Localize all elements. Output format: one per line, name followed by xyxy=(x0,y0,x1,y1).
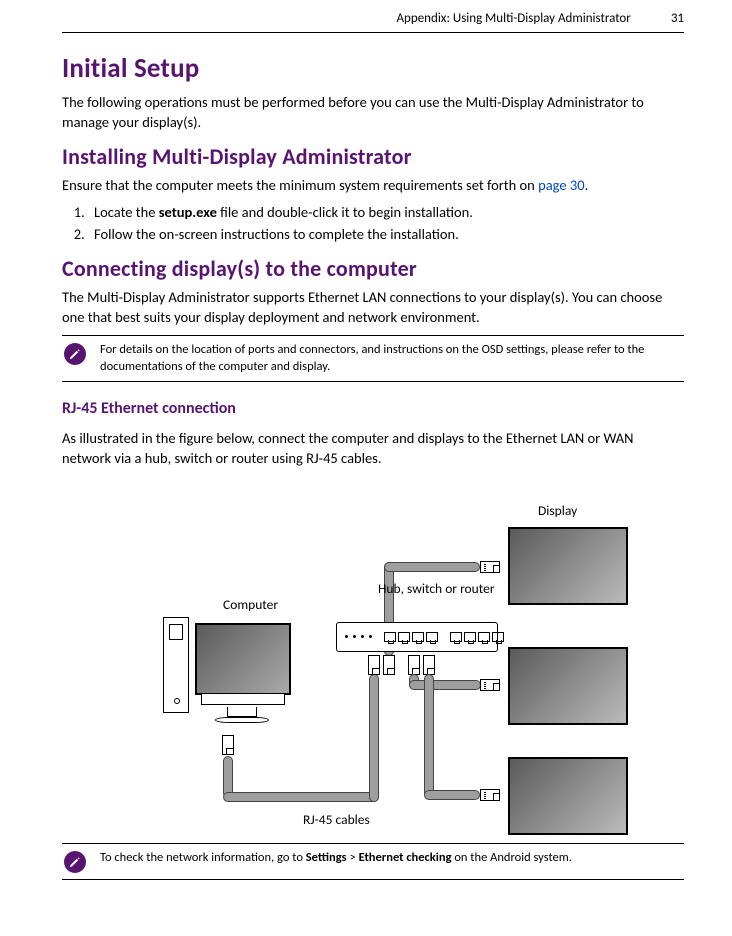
install-lead-end: . xyxy=(585,176,589,194)
heading-connecting: Connecting display(s) to the computer xyxy=(62,254,684,284)
display-2 xyxy=(508,647,628,725)
note-network-info: To check the network information, go to … xyxy=(62,843,684,880)
label-computer: Computer xyxy=(223,597,278,613)
cable xyxy=(370,675,378,801)
running-header: Appendix: Using Multi-Display Administra… xyxy=(62,10,684,33)
rj45-paragraph: As illustrated in the figure below, conn… xyxy=(62,429,684,468)
step-1: Locate the setup.exe file and double-cli… xyxy=(88,203,684,223)
tower-icon xyxy=(163,617,189,713)
install-lead-text: Ensure that the computer meets the minim… xyxy=(62,176,538,194)
note2-a: To check the network information, go to xyxy=(100,850,306,865)
cable xyxy=(425,675,433,797)
connection-diagram: Display Computer Hub, switch or router R… xyxy=(68,477,678,837)
rj45-port-icon xyxy=(464,632,476,642)
step-1-c: file and double-click it to begin instal… xyxy=(217,203,473,221)
rj45-plug-icon xyxy=(480,679,500,691)
port-group-1 xyxy=(384,632,438,642)
monitor-icon xyxy=(195,623,291,695)
cable xyxy=(224,757,232,797)
page-number: 31 xyxy=(671,10,684,28)
cable xyxy=(410,681,480,689)
label-switch: Hub, switch or router xyxy=(378,581,495,597)
step-2: Follow the on-screen instructions to com… xyxy=(88,225,684,245)
header-title: Appendix: Using Multi-Display Administra… xyxy=(397,10,631,28)
heading-initial-setup: Initial Setup xyxy=(62,51,684,87)
display-1 xyxy=(508,527,628,605)
heading-rj45: RJ-45 Ethernet connection xyxy=(62,398,684,420)
rj45-plug-icon xyxy=(480,561,500,573)
page-30-link[interactable]: page 30 xyxy=(538,176,584,194)
cable xyxy=(224,793,378,801)
switch-graphic xyxy=(336,622,498,652)
intro-paragraph: The following operations must be perform… xyxy=(62,93,684,132)
monitor-stand xyxy=(227,707,257,717)
heading-installing: Installing Multi-Display Administrator xyxy=(62,142,684,172)
connect-paragraph: The Multi-Display Administrator supports… xyxy=(62,288,684,327)
rj45-port-icon xyxy=(492,632,504,642)
rj45-plug-icon xyxy=(480,789,500,801)
label-display: Display xyxy=(538,503,577,519)
page: Appendix: Using Multi-Display Administra… xyxy=(0,0,732,908)
rj45-plug-icon xyxy=(423,655,435,675)
led-icon xyxy=(369,635,372,638)
note2-c: > xyxy=(347,850,359,865)
rj45-port-icon xyxy=(426,632,438,642)
pencil-icon xyxy=(64,343,86,365)
rj45-port-icon xyxy=(412,632,424,642)
install-steps: Locate the setup.exe file and double-cli… xyxy=(62,203,684,244)
note-osd-text: For details on the location of ports and… xyxy=(100,342,682,375)
step-1-filename: setup.exe xyxy=(159,203,217,221)
rj45-plug-icon xyxy=(222,735,234,755)
computer-graphic xyxy=(163,617,293,727)
note2-e: on the Android system. xyxy=(452,850,572,865)
cable xyxy=(385,563,479,571)
cable xyxy=(425,791,479,799)
label-cables: RJ-45 cables xyxy=(303,812,370,828)
rj45-plug-icon xyxy=(368,655,380,675)
rj45-port-icon xyxy=(398,632,410,642)
pencil-icon xyxy=(64,851,86,873)
led-icon xyxy=(353,635,356,638)
note-osd: For details on the location of ports and… xyxy=(62,335,684,382)
rj45-port-icon xyxy=(478,632,490,642)
led-icon xyxy=(345,635,348,638)
monitor-base xyxy=(215,717,269,723)
led-icon xyxy=(361,635,364,638)
note-network-text: To check the network information, go to … xyxy=(100,850,572,866)
rj45-plug-icon xyxy=(383,655,395,675)
switch-leds xyxy=(345,635,372,638)
rj45-port-icon xyxy=(450,632,462,642)
note2-ethernet: Ethernet checking xyxy=(359,850,452,865)
note2-settings: Settings xyxy=(306,850,347,865)
step-1-a: Locate the xyxy=(94,203,159,221)
port-group-2 xyxy=(450,632,504,642)
rj45-port-icon xyxy=(384,632,396,642)
display-3 xyxy=(508,757,628,835)
install-lead: Ensure that the computer meets the minim… xyxy=(62,176,684,196)
rj45-plug-icon xyxy=(408,655,420,675)
